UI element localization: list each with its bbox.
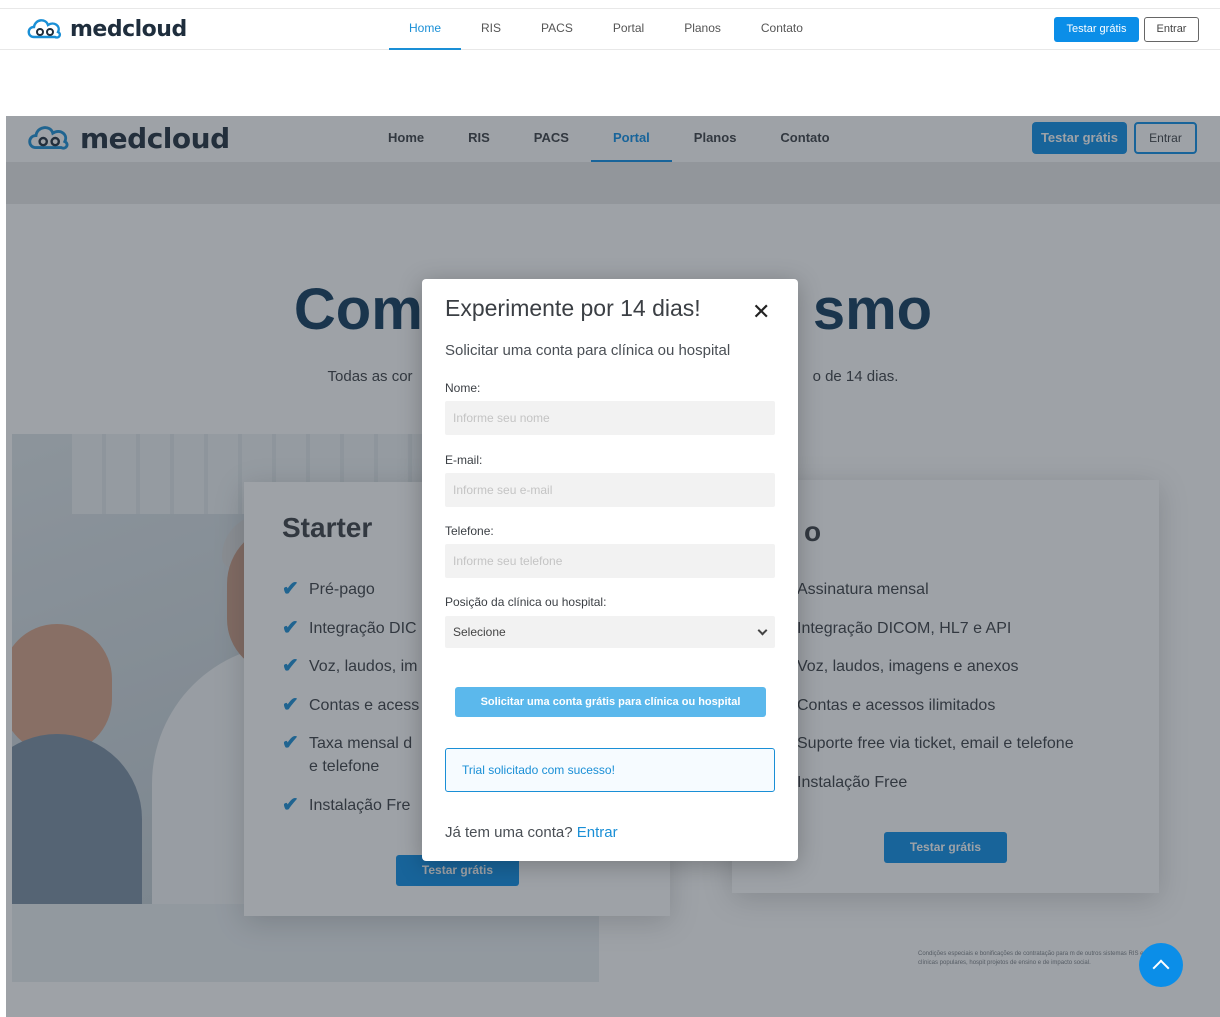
nav-portal[interactable]: Portal — [593, 9, 664, 50]
position-select[interactable]: Selecione — [445, 616, 775, 648]
nav-contato[interactable]: Contato — [741, 9, 823, 50]
login-link[interactable]: Entrar — [577, 824, 618, 841]
phone-input[interactable] — [445, 544, 775, 578]
brand-name: medcloud — [70, 16, 187, 42]
scroll-to-top-button[interactable] — [1139, 943, 1183, 987]
cloud-logo-icon — [27, 19, 62, 39]
email-input[interactable] — [445, 473, 775, 507]
nav-pacs[interactable]: PACS — [521, 9, 593, 50]
chevron-down-icon — [757, 625, 768, 636]
request-account-button[interactable]: Solicitar uma conta grátis para clínica … — [455, 687, 766, 717]
position-select-value: Selecione — [453, 625, 506, 639]
close-icon[interactable]: ✕ — [752, 299, 770, 325]
trial-signup-modal: Experimente por 14 dias! ✕ Solicitar uma… — [422, 279, 798, 861]
login-prompt-text: Já tem uma conta? — [445, 824, 573, 841]
medcloud-logo[interactable]: medcloud — [24, 15, 187, 43]
trial-button[interactable]: Testar grátis — [1054, 17, 1139, 42]
name-label: Nome: — [445, 381, 481, 395]
email-label: E-mail: — [445, 453, 483, 467]
login-button[interactable]: Entrar — [1144, 17, 1199, 42]
main-nav: Home RIS PACS Portal Planos Contato — [389, 9, 823, 50]
chevron-up-icon — [1152, 959, 1170, 977]
modal-subtitle: Solicitar uma conta para clínica ou hosp… — [445, 342, 731, 359]
nav-ris[interactable]: RIS — [461, 9, 521, 50]
nav-home[interactable]: Home — [389, 9, 462, 50]
top-navbar: medcloud Home RIS PACS Portal Planos Con… — [0, 8, 1220, 50]
position-label: Posição da clínica ou hospital: — [445, 595, 607, 609]
success-alert: Trial solicitado com sucesso! — [445, 748, 775, 792]
nav-planos[interactable]: Planos — [664, 9, 741, 50]
phone-label: Telefone: — [445, 524, 494, 538]
login-prompt: Já tem uma conta? Entrar — [445, 824, 618, 841]
modal-title: Experimente por 14 dias! — [445, 295, 701, 321]
name-input[interactable] — [445, 401, 775, 435]
